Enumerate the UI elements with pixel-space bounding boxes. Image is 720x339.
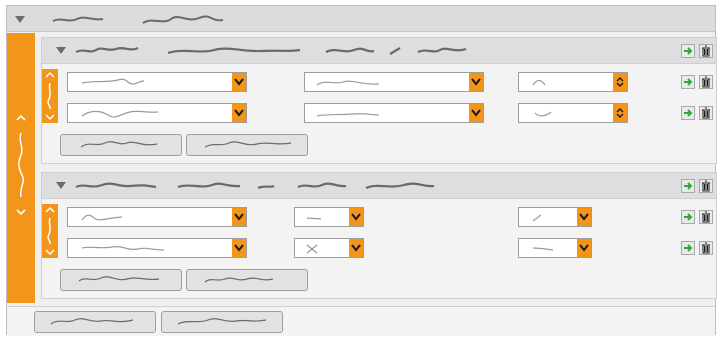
value-scribble bbox=[532, 79, 546, 86]
move-down-icon[interactable] bbox=[16, 207, 26, 217]
collapse-group-2-icon[interactable] bbox=[56, 182, 66, 189]
green-arrow-icon bbox=[684, 244, 693, 252]
move-group-1-button[interactable] bbox=[681, 44, 695, 58]
chevron-down-icon[interactable] bbox=[349, 208, 363, 226]
collapse-group-1-icon[interactable] bbox=[56, 47, 66, 54]
chevron-down-icon[interactable] bbox=[232, 208, 246, 226]
operator-scribble bbox=[316, 113, 380, 117]
delete-group-2-button[interactable] bbox=[699, 179, 713, 193]
add-group-button[interactable] bbox=[186, 269, 308, 291]
trash-icon bbox=[702, 242, 710, 254]
value-stepper[interactable] bbox=[518, 72, 628, 92]
value-select[interactable] bbox=[518, 238, 592, 258]
root-title-scribble bbox=[52, 15, 224, 24]
operator-select[interactable] bbox=[294, 238, 364, 258]
delete-rule-button[interactable] bbox=[699, 210, 713, 224]
move-group-2-button[interactable] bbox=[681, 179, 695, 193]
chevron-down-icon[interactable] bbox=[577, 239, 591, 257]
add-group-root-button[interactable] bbox=[161, 311, 283, 333]
operator-scribble bbox=[306, 244, 318, 254]
add-rule-scribble bbox=[80, 141, 158, 148]
delete-group-1-button[interactable] bbox=[699, 44, 713, 58]
root-reorder-handle[interactable] bbox=[7, 33, 35, 303]
add-group-scribble bbox=[204, 141, 292, 148]
group-1 bbox=[41, 37, 717, 164]
chevron-down-icon[interactable] bbox=[469, 73, 483, 91]
green-arrow-icon bbox=[684, 47, 693, 55]
green-arrow-icon bbox=[684, 78, 693, 86]
chevron-down-icon[interactable] bbox=[349, 239, 363, 257]
green-arrow-icon bbox=[684, 109, 693, 117]
field-scribble bbox=[81, 110, 159, 118]
value-scribble bbox=[532, 247, 554, 251]
move-rule-button[interactable] bbox=[681, 210, 695, 224]
move-rule-button[interactable] bbox=[681, 106, 695, 120]
group-2-rule-2 bbox=[62, 235, 716, 263]
value-select[interactable] bbox=[518, 207, 592, 227]
value-stepper[interactable] bbox=[518, 103, 628, 123]
delete-rule-button[interactable] bbox=[699, 106, 713, 120]
green-arrow-icon bbox=[684, 213, 693, 221]
value-scribble bbox=[532, 214, 542, 222]
group-1-title-scribble bbox=[75, 46, 467, 55]
chevron-down-icon[interactable] bbox=[232, 239, 246, 257]
group-1-row-handle[interactable] bbox=[42, 69, 58, 123]
field-select[interactable] bbox=[67, 207, 247, 227]
collapse-root-icon[interactable] bbox=[15, 16, 25, 23]
handle-scribble bbox=[18, 132, 24, 198]
chevron-down-icon[interactable] bbox=[232, 73, 246, 91]
add-group-root-scribble bbox=[177, 318, 267, 325]
group-1-rule-2 bbox=[62, 100, 716, 128]
value-scribble bbox=[534, 111, 552, 117]
operator-select[interactable] bbox=[304, 103, 484, 123]
field-scribble bbox=[81, 214, 123, 221]
group-2-header bbox=[42, 173, 716, 199]
operator-scribble bbox=[316, 80, 380, 86]
add-rule-button[interactable] bbox=[60, 269, 182, 291]
chevron-down-icon[interactable] bbox=[577, 208, 591, 226]
query-builder-frame bbox=[6, 5, 717, 336]
move-rule-button[interactable] bbox=[681, 75, 695, 89]
group-2-rule-1 bbox=[62, 204, 716, 232]
add-group-scribble bbox=[204, 277, 274, 283]
field-scribble bbox=[81, 245, 165, 251]
add-rule-scribble bbox=[78, 276, 160, 282]
chevron-down-icon[interactable] bbox=[469, 104, 483, 122]
root-actions bbox=[7, 306, 715, 336]
field-scribble bbox=[81, 78, 145, 85]
add-rule-root-button[interactable] bbox=[34, 311, 156, 333]
operator-select[interactable] bbox=[304, 72, 484, 92]
delete-rule-button[interactable] bbox=[699, 75, 713, 89]
stepper-icon[interactable] bbox=[613, 104, 627, 122]
move-up-icon[interactable] bbox=[16, 113, 26, 123]
green-arrow-icon bbox=[684, 182, 693, 190]
group-2-title-scribble bbox=[75, 182, 435, 190]
trash-icon bbox=[702, 180, 710, 192]
root-header bbox=[7, 6, 715, 32]
move-rule-button[interactable] bbox=[681, 241, 695, 255]
reorder-handle-icon bbox=[45, 71, 55, 121]
group-1-rule-1 bbox=[62, 69, 716, 97]
add-rule-root-scribble bbox=[50, 318, 134, 325]
group-2 bbox=[41, 172, 717, 299]
chevron-down-icon[interactable] bbox=[232, 104, 246, 122]
stepper-icon[interactable] bbox=[613, 73, 627, 91]
delete-rule-button[interactable] bbox=[699, 241, 713, 255]
trash-icon bbox=[702, 76, 710, 88]
trash-icon bbox=[702, 107, 710, 119]
field-select[interactable] bbox=[67, 72, 247, 92]
group-1-header bbox=[42, 38, 716, 64]
add-group-button[interactable] bbox=[186, 134, 308, 156]
group-2-row-handle[interactable] bbox=[42, 204, 58, 258]
trash-icon bbox=[702, 211, 710, 223]
reorder-handle-icon bbox=[45, 206, 55, 256]
field-select[interactable] bbox=[67, 103, 247, 123]
add-rule-button[interactable] bbox=[60, 134, 182, 156]
operator-scribble bbox=[306, 217, 322, 220]
field-select[interactable] bbox=[67, 238, 247, 258]
trash-icon bbox=[702, 45, 710, 57]
operator-select[interactable] bbox=[294, 207, 364, 227]
